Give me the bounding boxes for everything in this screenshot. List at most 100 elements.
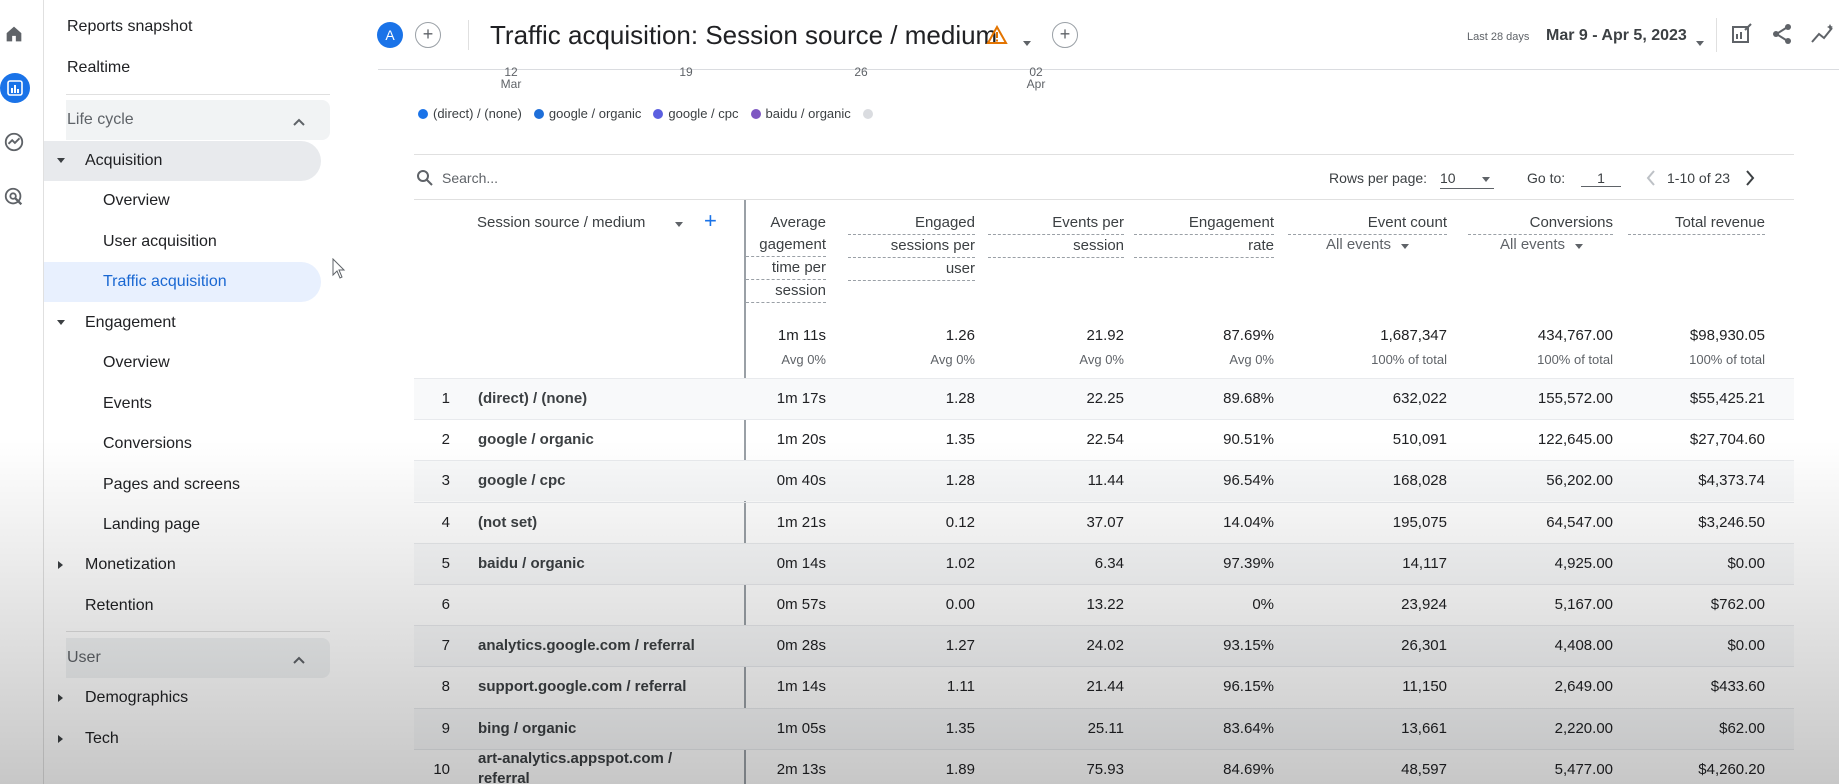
table-row[interactable]: 7 analytics.google.com / referral 0m 28s 1.… (414, 625, 1794, 667)
comparison-avatar[interactable]: A (377, 22, 403, 48)
table-row[interactable]: 5 baidu / organic 0m 14s 1.02 6.34 97.39% 14,1… (414, 542, 1794, 584)
row-metric-value: 22.54 (1086, 431, 1124, 449)
sidebar-item-acquisition-overview[interactable]: Overview (103, 192, 170, 210)
dimension-dropdown-icon[interactable] (675, 222, 683, 227)
legend-item[interactable]: google / cpc (653, 106, 739, 121)
page-title: Traffic acquisition: Session source / me… (490, 20, 998, 50)
total-subtext: Avg 0% (1229, 352, 1274, 367)
conversions-filter-select[interactable]: All events (1500, 236, 1584, 253)
chevron-up-icon[interactable] (292, 652, 306, 670)
date-range-picker[interactable]: Mar 9 - Apr 5, 2023 (1546, 27, 1687, 45)
row-metric-value: 155,572.00 (1537, 390, 1613, 407)
row-metric-value: 25.11 (1087, 719, 1124, 737)
row-metric-value: $4,373.74 (1698, 472, 1765, 490)
user-section-header[interactable] (66, 638, 330, 678)
row-metric-value: 1m 20s (776, 431, 826, 449)
row-metric-value: 56,202.00 (1546, 472, 1613, 490)
sidebar-item-demographics[interactable]: Demographics (85, 689, 188, 707)
row-index: 8 (441, 678, 450, 696)
row-metric-value: 1.28 (945, 472, 975, 490)
sidebar-item-pages-and-screens[interactable]: Pages and screens (103, 476, 240, 494)
next-page-icon[interactable] (1744, 169, 1756, 192)
dimension-column-header[interactable]: Session source / medium (477, 212, 645, 234)
column-header-avg-engagement-time[interactable]: Average gagement time per session (746, 212, 826, 303)
row-metric-value: 0m 14s (776, 554, 826, 572)
add-dimension-icon[interactable]: + (704, 210, 717, 232)
share-icon[interactable] (1770, 22, 1796, 48)
add-report-button[interactable]: + (1052, 22, 1078, 48)
divider (66, 94, 330, 95)
row-dimension-value: (not set) (478, 513, 538, 531)
table-row[interactable]: 6 0m 57s 0.00 13.22 0% 23,924 5,167.00 $762.00 (414, 584, 1794, 625)
legend-item[interactable]: (direct) / (none) (418, 106, 522, 121)
rows-per-page-select[interactable]: 10 (1440, 170, 1494, 189)
total-value: 87.69% (1223, 327, 1274, 344)
explore-icon[interactable] (0, 128, 28, 156)
sidebar-item-tech[interactable]: Tech (85, 730, 119, 748)
legend-item[interactable]: baidu / organic (750, 106, 851, 121)
row-metric-value: $27,704.60 (1689, 431, 1765, 449)
legend-item[interactable]: google / organic (533, 106, 641, 121)
sidebar-item-engagement[interactable]: Engagement (85, 314, 176, 332)
row-metric-value: $0.00 (1727, 637, 1765, 655)
warning-icon[interactable] (986, 24, 1008, 50)
column-header-engaged-sessions-per-user[interactable]: Engaged sessions per user (848, 212, 975, 281)
previous-page-icon[interactable] (1645, 169, 1657, 192)
row-dimension-value: google / organic (478, 431, 594, 449)
go-to-page-input[interactable]: 1 (1581, 170, 1621, 187)
column-header-events-per-session[interactable]: Events per session (988, 212, 1124, 258)
date-dropdown-icon[interactable] (1696, 33, 1704, 51)
column-header-engagement-rate[interactable]: Engagement rate (1134, 212, 1274, 258)
table-row[interactable]: 9 bing / organic 1m 05s 1.35 25.11 83.64% 13,6… (414, 707, 1794, 749)
traffic-acquisition-label: Traffic acquisition (103, 273, 227, 290)
row-metric-value: 26,301 (1401, 637, 1447, 655)
sidebar-item-conversions[interactable]: Conversions (103, 435, 192, 453)
sidebar-item-monetization[interactable]: Monetization (85, 556, 176, 574)
user-section-label: User (67, 649, 101, 666)
row-metric-value: 1m 14s (776, 678, 826, 696)
sidebar-item-user-acquisition[interactable]: User acquisition (103, 233, 217, 251)
reports-icon[interactable] (0, 73, 30, 103)
home-icon[interactable] (0, 20, 28, 48)
column-header-event-count[interactable]: Event count (1288, 212, 1447, 235)
search-input[interactable]: Search... (442, 170, 498, 186)
row-dimension-value: (direct) / (none) (478, 390, 588, 407)
table-row[interactable]: 4 (not set) 1m 21s 0.12 37.07 14.04% 195,075 64… (414, 501, 1794, 543)
title-dropdown-icon[interactable] (1023, 33, 1031, 51)
legend-item[interactable] (862, 106, 878, 121)
advertising-icon[interactable] (0, 183, 28, 211)
sidebar-item-realtime[interactable]: Realtime (67, 59, 130, 77)
row-metric-value: 24.02 (1086, 637, 1124, 655)
add-comparison-button[interactable]: + (415, 22, 441, 48)
row-metric-value: 6.34 (1094, 554, 1124, 572)
legend-dot-icon (653, 108, 664, 119)
search-icon (416, 169, 434, 192)
total-subtext: 100% of total (1689, 352, 1765, 367)
event-count-filter-select[interactable]: All events (1326, 236, 1410, 253)
column-header-total-revenue[interactable]: Total revenue (1628, 212, 1765, 235)
sidebar-item-retention[interactable]: Retention (85, 597, 154, 615)
table-row[interactable]: 8 support.google.com / referral 1m 14s 1.11… (414, 666, 1794, 707)
total-subtext: Avg 0% (1079, 352, 1124, 367)
row-metric-value: 1.35 (945, 719, 975, 737)
row-metric-value: 1m 17s (776, 390, 826, 407)
row-metric-value: 5,167.00 (1554, 596, 1613, 613)
date-preset-label: Last 28 days (1467, 31, 1530, 43)
column-header-conversions[interactable]: Conversions (1468, 212, 1613, 235)
total-subtext: Avg 0% (781, 352, 826, 367)
insights-icon[interactable] (1810, 22, 1836, 48)
table-row[interactable]: 1 (direct) / (none) 1m 17s 1.28 22.25 89.68% 6… (414, 378, 1794, 419)
chevron-up-icon[interactable] (292, 114, 306, 132)
table-row[interactable]: 3 google / cpc 0m 40s 1.28 11.44 96.54% 168,02… (414, 460, 1794, 502)
sidebar-item-landing-page[interactable]: Landing page (103, 516, 200, 534)
caret-right-icon (58, 561, 63, 569)
row-metric-value: $4,260.20 (1698, 760, 1765, 778)
sidebar-item-engagement-overview[interactable]: Overview (103, 354, 170, 372)
row-metric-value: 1.11 (946, 678, 975, 696)
sidebar-item-events[interactable]: Events (103, 395, 152, 413)
row-metric-value: 168,028 (1392, 472, 1447, 490)
sidebar-item-reports-snapshot[interactable]: Reports snapshot (67, 18, 192, 36)
customize-report-icon[interactable] (1730, 22, 1756, 48)
table-row[interactable]: 10 art-analytics.appspot.com / referral 2m… (414, 748, 1794, 784)
table-row[interactable]: 2 google / organic 1m 20s 1.35 22.54 90.51% 51… (414, 419, 1794, 460)
